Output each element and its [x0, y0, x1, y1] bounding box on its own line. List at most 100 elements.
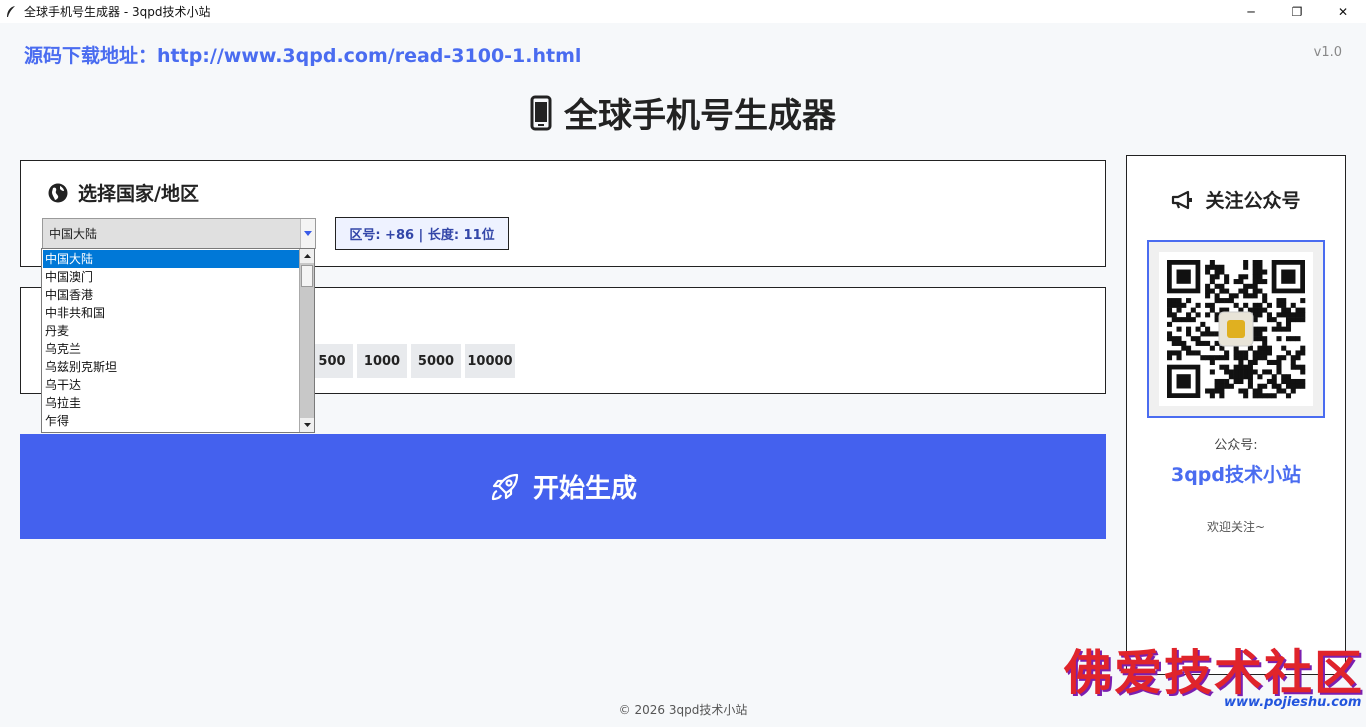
qr-module [1167, 321, 1173, 327]
start-generate-button[interactable]: 开始生成 [20, 434, 1106, 539]
qr-module [1219, 378, 1225, 385]
qr-module [1290, 359, 1296, 365]
count-option-1000[interactable]: 1000 [357, 344, 407, 378]
qr-module [1295, 307, 1301, 313]
qr-module [1247, 283, 1253, 289]
qr-module [1219, 383, 1225, 389]
qr-module [1224, 279, 1230, 285]
qr-module [1257, 326, 1263, 332]
qr-module [1224, 355, 1230, 361]
qr-module [1176, 340, 1182, 346]
qr-module [1257, 393, 1263, 399]
country-option[interactable]: 中国香港 [43, 286, 299, 304]
count-option-10000[interactable]: 10000 [465, 344, 515, 378]
scroll-down-icon[interactable] [300, 418, 314, 432]
country-option[interactable]: 丹麦 [43, 322, 299, 340]
country-option[interactable]: 中国澳门 [43, 268, 299, 286]
qr-module [1224, 350, 1230, 356]
qr-module [1266, 345, 1272, 351]
qr-module [1252, 355, 1258, 361]
qr-module [1276, 355, 1282, 361]
qr-module [1300, 369, 1306, 375]
country-option[interactable]: 乌干达 [43, 376, 299, 394]
qr-module [1252, 388, 1258, 394]
qr-module [1243, 393, 1249, 399]
qr-module [1247, 364, 1253, 370]
qr-module [1228, 383, 1234, 389]
qr-module [1224, 378, 1230, 385]
country-option[interactable]: 乌克兰 [43, 340, 299, 358]
qr-module [1285, 350, 1292, 356]
qr-module [1295, 312, 1301, 318]
qr-module [1290, 355, 1296, 361]
qr-module [1290, 378, 1296, 385]
scroll-up-icon[interactable] [300, 249, 314, 263]
qr-module [1200, 340, 1206, 346]
qr-module [1247, 293, 1253, 299]
country-option[interactable]: 乍得 [43, 412, 299, 430]
qr-module [1195, 302, 1201, 308]
qr-module [1238, 388, 1244, 394]
qr-module [1214, 298, 1220, 304]
scrollbar-thumb[interactable] [301, 265, 313, 287]
qr-module [1219, 288, 1225, 294]
country-option[interactable]: 中非共和国 [43, 304, 299, 322]
qr-module [1285, 312, 1292, 318]
qr-module [1209, 331, 1215, 337]
qr-module [1205, 264, 1211, 270]
qr-module [1219, 298, 1225, 304]
qr-module [1252, 359, 1258, 365]
qr-module [1276, 369, 1282, 375]
qr-module [1276, 321, 1282, 327]
qr-module [1167, 331, 1173, 337]
qr-module [1228, 369, 1234, 375]
country-select-value: 中国大陆 [49, 227, 98, 241]
country-option[interactable]: 乌兹别克斯坦 [43, 358, 299, 376]
source-download-link[interactable]: 源码下载地址：http://www.3qpd.com/read-3100-1.h… [24, 41, 581, 68]
qr-module [1243, 288, 1249, 294]
qr-module [1257, 288, 1263, 294]
dropdown-scrollbar[interactable] [299, 249, 314, 432]
qr-module [1200, 321, 1206, 327]
qr-module [1300, 350, 1306, 356]
qr-module [1257, 264, 1263, 270]
qr-module [1214, 283, 1220, 289]
close-button[interactable]: ✕ [1320, 0, 1366, 23]
qr-module [1271, 383, 1277, 389]
qr-module [1262, 336, 1268, 342]
qr-module [1176, 355, 1182, 361]
country-option[interactable]: 乌拉圭 [43, 394, 299, 412]
qr-module [1224, 364, 1230, 370]
qr-module [1224, 383, 1230, 389]
qr-module [1290, 383, 1296, 389]
megaphone-icon [1171, 190, 1195, 210]
country-dropdown-list[interactable]: 中国大陆 中国澳门 中国香港 中非共和国 丹麦 乌克兰 乌兹别克斯坦 乌干达 乌… [41, 248, 315, 433]
qr-module [1205, 312, 1211, 318]
country-select[interactable]: 中国大陆 [42, 218, 316, 249]
qr-module [1257, 331, 1263, 337]
window-controls: ─ ❐ ✕ [1228, 0, 1366, 23]
chevron-down-icon[interactable] [300, 219, 315, 248]
qr-module [1176, 336, 1182, 342]
qr-module [1195, 340, 1201, 346]
qr-module [1224, 298, 1230, 304]
qr-module [1224, 369, 1230, 375]
qr-module [1243, 283, 1249, 289]
count-option-500[interactable]: 500 [311, 344, 353, 378]
minimize-button[interactable]: ─ [1228, 0, 1274, 23]
qr-module [1195, 350, 1201, 356]
qr-module [1276, 336, 1282, 342]
qr-module [1167, 350, 1173, 356]
qr-module [1290, 312, 1296, 318]
qr-module [1285, 326, 1292, 332]
qr-module [1281, 302, 1287, 308]
country-option[interactable]: 中国大陆 [43, 250, 299, 268]
qr-module [1171, 317, 1177, 323]
qr-module [1176, 307, 1182, 313]
qr-module [1266, 350, 1272, 356]
qr-module [1290, 302, 1296, 308]
qr-module [1209, 279, 1215, 285]
count-option-5000[interactable]: 5000 [411, 344, 461, 378]
maximize-button[interactable]: ❐ [1274, 0, 1320, 23]
qr-module [1247, 359, 1253, 365]
